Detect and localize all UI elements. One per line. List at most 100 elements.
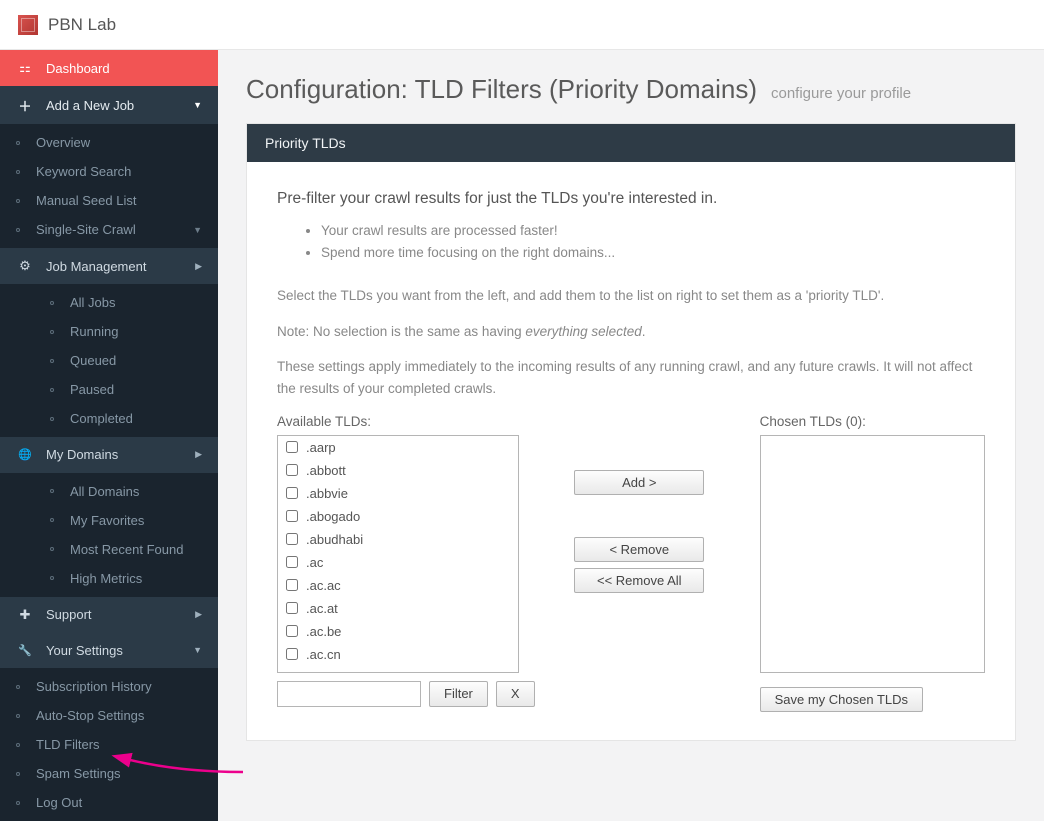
filter-button[interactable]: Filter	[429, 681, 488, 707]
sidebar: Dashboard Add a New Job ▼ Overview Keywo…	[0, 50, 218, 821]
nav-spam-settings[interactable]: Spam Settings	[0, 759, 218, 788]
job-mgmt-submenu: All Jobs Running Queued Paused Completed	[0, 284, 218, 437]
intro-heading: Pre-filter your crawl results for just t…	[277, 190, 985, 208]
intro-bullet: Spend more time focusing on the right do…	[321, 242, 985, 264]
tld-checkbox[interactable]	[286, 533, 298, 545]
nav-subscription-history[interactable]: Subscription History	[0, 672, 218, 701]
nav-all-jobs[interactable]: All Jobs	[0, 288, 218, 317]
intro-bullet: Your crawl results are processed faster!	[321, 220, 985, 242]
tld-name: .ac	[306, 555, 323, 570]
tld-name: .abbvie	[306, 486, 348, 501]
nav-completed[interactable]: Completed	[0, 404, 218, 433]
tld-checkbox[interactable]	[286, 556, 298, 568]
add-button[interactable]: Add >	[574, 470, 704, 495]
tld-row[interactable]: .abudhabi	[278, 528, 518, 551]
tld-name: .ac.be	[306, 624, 341, 639]
tld-name: .abudhabi	[306, 532, 363, 547]
nav-label: Your Settings	[46, 643, 123, 658]
tld-checkbox[interactable]	[286, 487, 298, 499]
logo-icon	[18, 15, 38, 35]
tld-name: .ac.at	[306, 601, 338, 616]
clear-filter-button[interactable]: X	[496, 681, 535, 707]
tld-row[interactable]: .ac.be	[278, 620, 518, 643]
tld-row[interactable]: .ac	[278, 551, 518, 574]
remove-button[interactable]: < Remove	[574, 537, 704, 562]
remove-all-button[interactable]: << Remove All	[574, 568, 704, 593]
instruction-text: Select the TLDs you want from the left, …	[277, 285, 985, 307]
panel-header: Priority TLDs	[247, 124, 1015, 162]
nav-single-site-crawl[interactable]: Single-Site Crawl▼	[0, 215, 218, 244]
tld-checkbox[interactable]	[286, 602, 298, 614]
page-subtitle: configure your profile	[771, 85, 911, 102]
nav-label: Job Management	[46, 259, 146, 274]
tld-picker: Available TLDs: .aarp .abbott .abbvie .abog…	[277, 414, 985, 712]
nav-paused[interactable]: Paused	[0, 375, 218, 404]
tld-checkbox[interactable]	[286, 579, 298, 591]
nav-my-domains[interactable]: My Domains ▶	[0, 437, 218, 473]
tld-row[interactable]: .aarp	[278, 436, 518, 459]
nav-my-favorites[interactable]: My Favorites	[0, 506, 218, 535]
save-chosen-button[interactable]: Save my Chosen TLDs	[760, 687, 923, 712]
nav-log-out[interactable]: Log Out	[0, 788, 218, 817]
tld-checkbox[interactable]	[286, 441, 298, 453]
tld-checkbox[interactable]	[286, 464, 298, 476]
caret-right-icon: ▶	[195, 609, 202, 620]
nav-overview[interactable]: Overview	[0, 128, 218, 157]
app-header: PBN Lab	[0, 0, 1044, 50]
plus-icon	[16, 96, 34, 115]
gear-icon	[16, 258, 34, 274]
nav-all-domains[interactable]: All Domains	[0, 477, 218, 506]
chosen-tlds-listbox[interactable]	[760, 435, 985, 673]
nav-label: Add a New Job	[46, 98, 134, 113]
tld-name: .abogado	[306, 509, 360, 524]
main-content: Configuration: TLD Filters (Priority Dom…	[218, 50, 1044, 821]
tld-row[interactable]: .abbott	[278, 459, 518, 482]
nav-label: Dashboard	[46, 61, 110, 76]
available-label: Available TLDs:	[277, 414, 519, 429]
nav-queued[interactable]: Queued	[0, 346, 218, 375]
nav-auto-stop[interactable]: Auto-Stop Settings	[0, 701, 218, 730]
nav-keyword-search[interactable]: Keyword Search	[0, 157, 218, 186]
nav-your-settings[interactable]: Your Settings ▼	[0, 633, 218, 669]
tld-name: .abbott	[306, 463, 346, 478]
nav-tld-filters[interactable]: TLD Filters	[0, 730, 218, 759]
my-domains-submenu: All Domains My Favorites Most Recent Fou…	[0, 473, 218, 597]
nav-support[interactable]: Support ▶	[0, 597, 218, 633]
nav-label: My Domains	[46, 447, 118, 462]
tld-row[interactable]: .ac.at	[278, 597, 518, 620]
wrench-icon	[16, 644, 34, 657]
available-tlds-listbox[interactable]: .aarp .abbott .abbvie .abogado .abudhabi .ac.…	[277, 435, 519, 673]
brand-name: PBN Lab	[48, 15, 116, 35]
filter-input[interactable]	[277, 681, 421, 707]
tld-row[interactable]: .abbvie	[278, 482, 518, 505]
caret-down-icon: ▼	[193, 100, 202, 110]
tld-name: .ac.ac	[306, 578, 341, 593]
priority-tlds-panel: Priority TLDs Pre-filter your crawl resu…	[246, 123, 1016, 741]
tld-name: .aarp	[306, 440, 336, 455]
intro-list: Your crawl results are processed faster!…	[277, 220, 985, 263]
nav-most-recent[interactable]: Most Recent Found	[0, 535, 218, 564]
nav-high-metrics[interactable]: High Metrics	[0, 564, 218, 593]
tld-name: .ac.cn	[306, 647, 341, 662]
nav-running[interactable]: Running	[0, 317, 218, 346]
nav-dashboard[interactable]: Dashboard	[0, 50, 218, 86]
nav-job-management[interactable]: Job Management ▶	[0, 248, 218, 284]
tld-checkbox[interactable]	[286, 510, 298, 522]
settings-apply-text: These settings apply immediately to the …	[277, 356, 985, 399]
nav-manual-seed[interactable]: Manual Seed List	[0, 186, 218, 215]
settings-submenu: Subscription History Auto-Stop Settings …	[0, 668, 218, 821]
dashboard-icon	[16, 60, 34, 76]
add-job-submenu: Overview Keyword Search Manual Seed List…	[0, 124, 218, 248]
tld-row[interactable]: .ac.cn	[278, 643, 518, 666]
chosen-label: Chosen TLDs (0):	[760, 414, 985, 429]
support-icon	[16, 607, 34, 623]
tld-checkbox[interactable]	[286, 648, 298, 660]
tld-row[interactable]: .abogado	[278, 505, 518, 528]
nav-label: Support	[46, 607, 92, 622]
tld-checkbox[interactable]	[286, 625, 298, 637]
tld-row[interactable]: .ac.ac	[278, 574, 518, 597]
caret-down-icon: ▼	[193, 645, 202, 655]
nav-add-job[interactable]: Add a New Job ▼	[0, 86, 218, 124]
page-title: Configuration: TLD Filters (Priority Dom…	[246, 74, 1016, 105]
caret-right-icon: ▶	[195, 261, 202, 272]
